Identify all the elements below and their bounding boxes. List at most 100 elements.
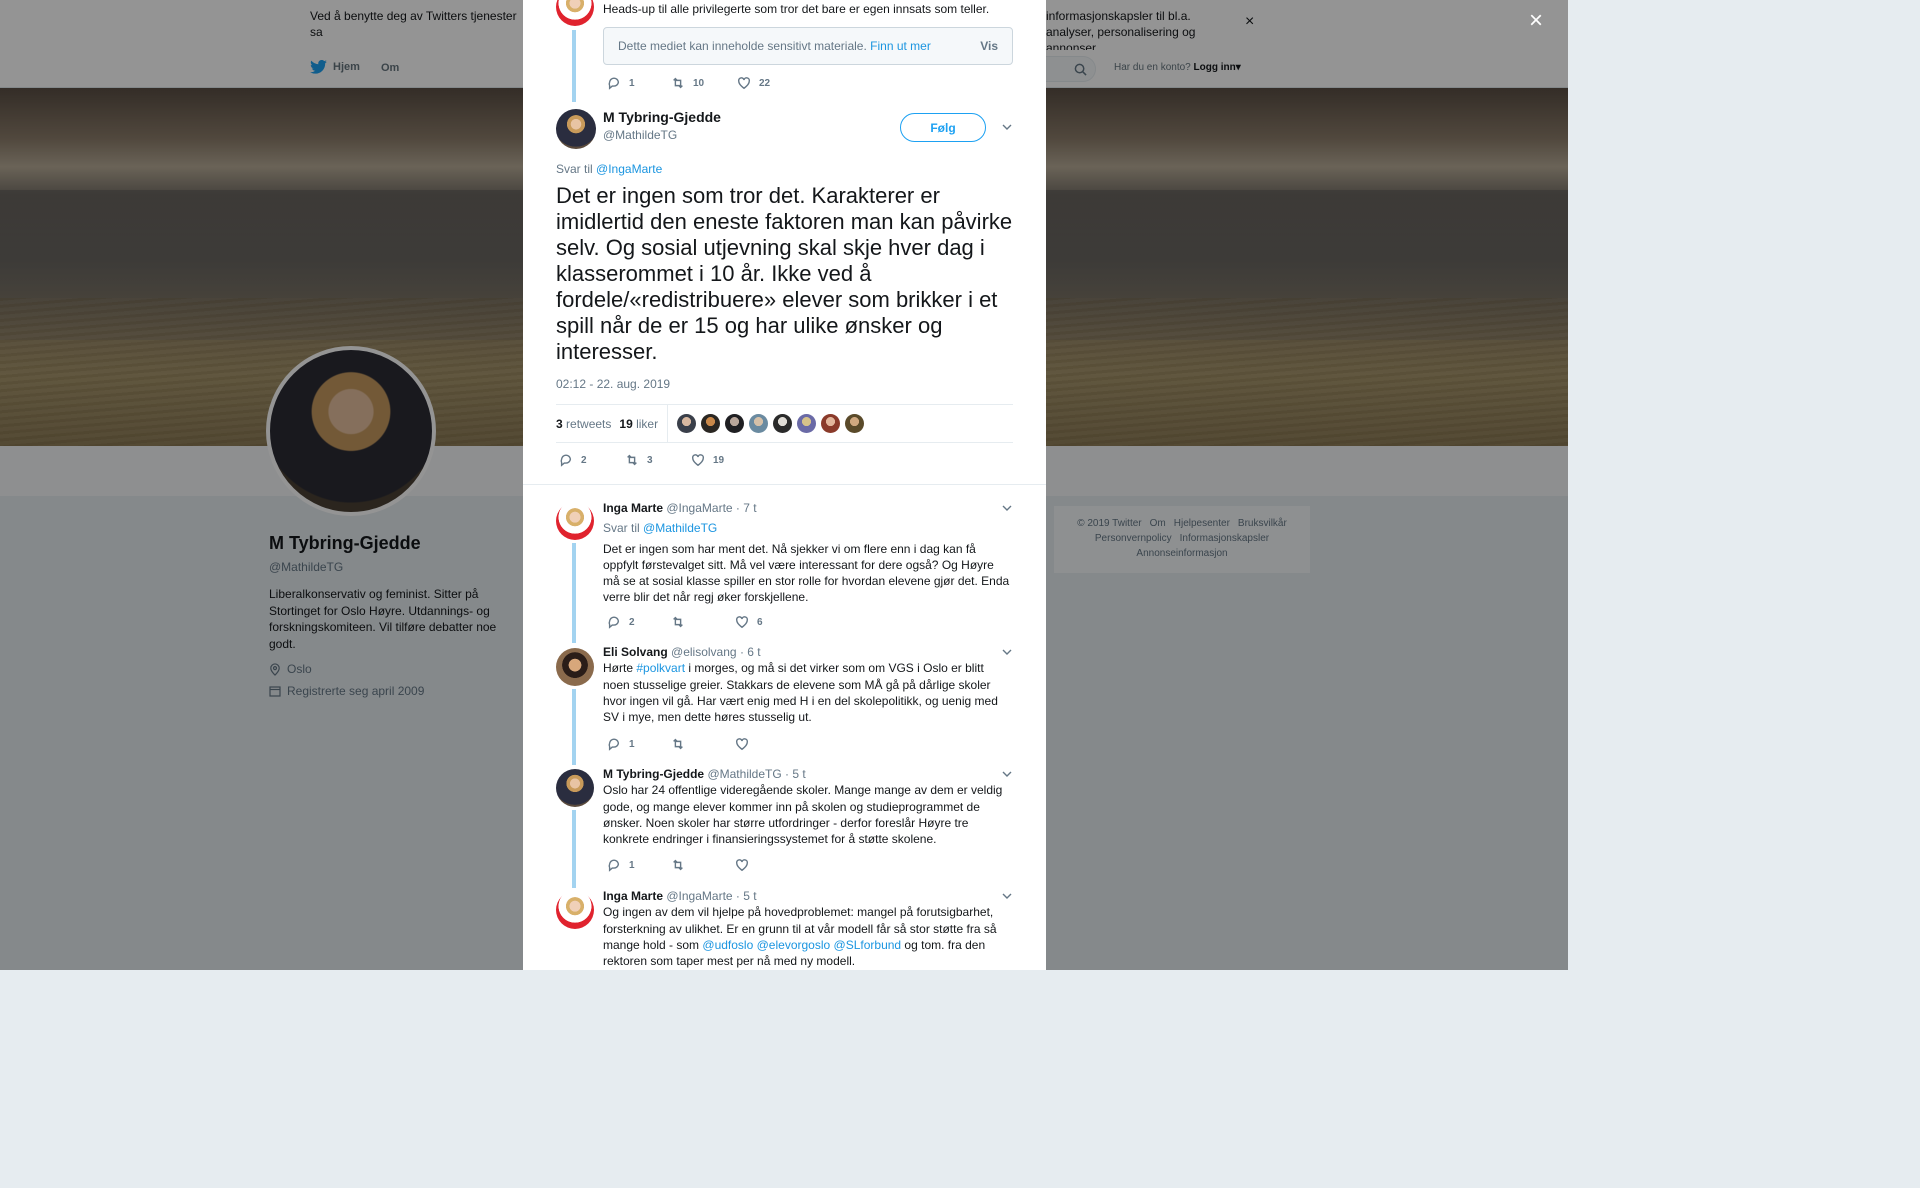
reply-count: 1 — [629, 738, 635, 750]
reply-button[interactable]: 1 — [607, 858, 671, 872]
reply-text: Hørte — [603, 661, 637, 676]
chevron-down-icon[interactable] — [1002, 769, 1012, 779]
retweets-stat-count: 3 — [556, 416, 563, 431]
reply-author-handle[interactable]: @IngaMarte — [666, 889, 732, 903]
thread-line — [572, 689, 576, 765]
reply-button[interactable]: 2 — [607, 615, 671, 629]
reply-author-name[interactable]: Eli Solvang — [603, 645, 668, 659]
tweet-timestamp[interactable]: 02:12 - 22. aug. 2019 — [556, 377, 670, 391]
liker-avatar[interactable] — [677, 414, 697, 433]
retweet-icon — [673, 738, 683, 750]
tweet-author-handle[interactable]: @MathildeTG — [603, 128, 677, 142]
thread-line — [572, 810, 576, 888]
like-button[interactable] — [735, 858, 799, 872]
reply-count: 1 — [629, 859, 635, 871]
reply-author-name[interactable]: Inga Marte — [603, 889, 663, 903]
retweet-count: 3 — [647, 454, 653, 466]
avatar[interactable] — [556, 769, 594, 807]
retweets-stat[interactable]: 3 retweets — [556, 417, 611, 431]
stats-divider — [667, 404, 669, 443]
reply-icon — [608, 738, 620, 751]
reply-author-name[interactable]: M Tybring-Gjedde — [603, 767, 704, 781]
reply-author-handle[interactable]: @MathildeTG — [707, 767, 781, 781]
avatar[interactable] — [556, 891, 594, 929]
mention-link[interactable]: @udfoslo — [702, 938, 753, 952]
likes-stat[interactable]: 19 liker — [619, 417, 658, 431]
retweet-button[interactable]: 10 — [671, 76, 737, 90]
tweet-author-name[interactable]: M Tybring-Gjedde — [603, 109, 721, 125]
tweet-modal: Heads-up til alle privilegerte som tror … — [523, 0, 1046, 970]
close-icon[interactable]: × — [1529, 9, 1543, 33]
reply-tweet[interactable]: Eli Solvang @elisolvang · 6 t Hørte #pol… — [603, 644, 1013, 725]
reply-count: 1 — [629, 77, 635, 89]
hashtag-link[interactable]: #polkvart — [636, 661, 685, 675]
like-button[interactable] — [735, 737, 799, 751]
mention-link[interactable]: @elevorgoslo — [757, 938, 831, 952]
reply-author-handle[interactable]: @elisolvang — [671, 645, 737, 659]
main-tweet-actions: 2 3 19 — [559, 453, 755, 467]
reply-actions: 2 6 — [607, 615, 799, 629]
divider — [523, 484, 1046, 485]
avatar[interactable] — [556, 648, 594, 686]
reply-icon — [608, 616, 620, 629]
prev-tweet-text: Heads-up til alle privilegerte som tror … — [603, 2, 990, 16]
learn-more-link[interactable]: Finn ut mer — [870, 39, 931, 53]
retweet-icon — [673, 616, 683, 628]
reply-time[interactable]: · 7 t — [736, 501, 757, 515]
sensitive-text: Dette mediet kan inneholde sensitivt mat… — [618, 39, 867, 53]
reply-button[interactable]: 1 — [607, 737, 671, 751]
liker-avatar[interactable] — [797, 414, 817, 433]
reply-to-mention[interactable]: @IngaMarte — [596, 162, 662, 176]
reply-author-name[interactable]: Inga Marte — [603, 501, 663, 515]
follow-button[interactable]: Følg — [900, 113, 986, 142]
avatar[interactable] — [556, 502, 594, 540]
tweet-text: Det er ingen som tror det. Karakterer er… — [556, 183, 1013, 364]
retweet-button[interactable]: 3 — [625, 453, 691, 467]
chevron-down-icon[interactable] — [1002, 891, 1012, 901]
reply-time[interactable]: · 6 t — [740, 645, 761, 659]
mention-link[interactable]: @SLforbund — [834, 938, 902, 952]
chevron-down-icon[interactable] — [1002, 122, 1012, 132]
chevron-down-icon[interactable] — [1002, 503, 1012, 513]
like-button[interactable]: 19 — [691, 453, 755, 467]
like-count: 22 — [759, 77, 771, 89]
reply-tweet[interactable]: Inga Marte @IngaMarte · 7 t Svar til @Ma… — [603, 500, 1013, 606]
heart-icon — [736, 616, 748, 629]
retweet-button[interactable] — [671, 737, 735, 751]
retweets-stat-label: retweets — [566, 416, 612, 431]
thread-line — [572, 30, 576, 102]
liker-avatar[interactable] — [821, 414, 841, 433]
reply-count: 2 — [629, 616, 635, 628]
reply-to-line: Svar til @IngaMarte — [556, 162, 662, 176]
reply-time[interactable]: · 5 t — [736, 889, 757, 903]
reply-tweet[interactable]: M Tybring-Gjedde @MathildeTG · 5 t Oslo … — [603, 766, 1013, 847]
reply-count: 2 — [581, 454, 587, 466]
liker-avatar[interactable] — [749, 414, 769, 433]
show-media-button[interactable]: Vis — [980, 39, 998, 53]
reply-to-mention[interactable]: @MathildeTG — [643, 521, 717, 535]
reply-button[interactable]: 1 — [607, 76, 671, 90]
avatar[interactable] — [556, 0, 594, 26]
reply-prefix: Svar til — [556, 162, 593, 176]
liker-avatar[interactable] — [773, 414, 793, 433]
retweet-button[interactable] — [671, 858, 735, 872]
heart-icon — [692, 454, 704, 467]
reply-icon — [560, 454, 572, 467]
reply-button[interactable]: 2 — [559, 453, 625, 467]
thread-line — [572, 543, 576, 643]
liker-avatar[interactable] — [845, 414, 865, 433]
reply-author-handle[interactable]: @IngaMarte — [666, 501, 732, 515]
like-button[interactable]: 6 — [735, 615, 799, 629]
retweet-icon — [673, 859, 683, 871]
like-button[interactable]: 22 — [737, 76, 801, 90]
reply-time[interactable]: · 5 t — [785, 767, 806, 781]
retweet-button[interactable] — [671, 615, 735, 629]
heart-icon — [736, 738, 748, 751]
liker-avatar[interactable] — [725, 414, 745, 433]
reply-tweet[interactable]: Inga Marte @IngaMarte · 5 t Og ingen av … — [603, 888, 1013, 969]
liker-avatar[interactable] — [701, 414, 721, 433]
chevron-down-icon[interactable] — [1002, 647, 1012, 657]
avatar[interactable] — [556, 109, 596, 149]
retweet-icon — [673, 77, 683, 89]
reply-icon — [608, 77, 620, 90]
